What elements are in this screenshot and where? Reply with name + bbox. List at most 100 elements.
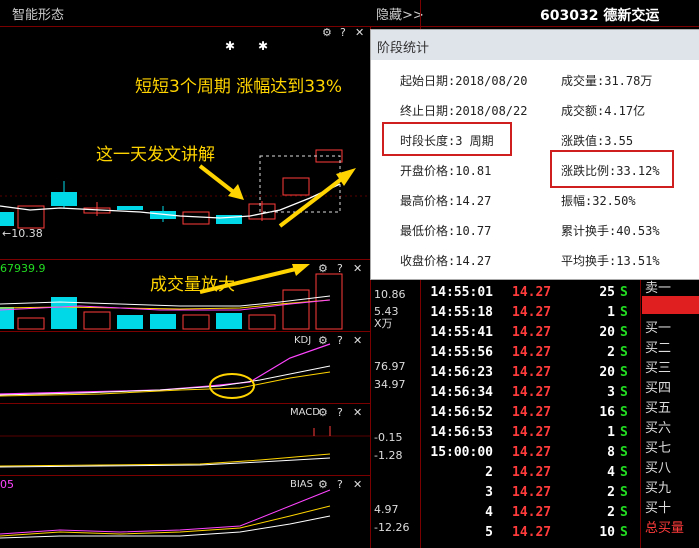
trade-volume: 1 bbox=[607, 425, 615, 440]
chart-title: 智能形态 bbox=[12, 8, 65, 23]
settings-icon[interactable]: ⚙ bbox=[318, 262, 328, 275]
trade-time: 14:55:18 bbox=[430, 305, 493, 320]
trade-volume: 4 bbox=[607, 465, 615, 480]
candle bbox=[0, 212, 14, 226]
trade-side: S bbox=[620, 425, 628, 440]
close-icon[interactable]: ✕ bbox=[355, 26, 364, 39]
volume-tick: X万 bbox=[374, 317, 393, 330]
svg-text:✱: ✱ bbox=[225, 39, 235, 53]
stat-low: 最低价格:10.77 bbox=[400, 224, 492, 238]
trade-side: S bbox=[620, 345, 628, 360]
trade-volume: 2 bbox=[607, 485, 615, 500]
orderbook-label: 买六 bbox=[645, 421, 672, 436]
svg-text:✱: ✱ bbox=[258, 39, 268, 53]
candle bbox=[117, 206, 143, 210]
trade-volume: 1 bbox=[607, 305, 615, 320]
bias-tick: -12.26 bbox=[374, 521, 410, 534]
bias-chart bbox=[0, 489, 331, 539]
trade-time: 14:56:23 bbox=[430, 365, 493, 380]
candle bbox=[248, 201, 276, 221]
trade-time: 15:00:00 bbox=[430, 445, 493, 460]
stat-volume: 成交量:31.78万 bbox=[561, 74, 653, 88]
orderbook-label: 买五 bbox=[645, 401, 672, 416]
trade-price: 14.27 bbox=[512, 445, 552, 460]
stat-cum-turnover: 累计换手:40.53% bbox=[561, 224, 660, 238]
trade-volume: 2 bbox=[607, 505, 615, 520]
orderbook-label: 买三 bbox=[645, 361, 672, 376]
macd-chart bbox=[0, 426, 370, 468]
orderbook-label: 总买量 bbox=[645, 521, 685, 536]
stats-title: 阶段统计 bbox=[377, 41, 430, 56]
trade-volume: 16 bbox=[599, 405, 615, 420]
macd-tick: -1.28 bbox=[374, 449, 403, 462]
settings-icon[interactable]: ⚙ bbox=[322, 26, 332, 39]
highlight-box-length bbox=[382, 122, 512, 156]
trade-side: S bbox=[620, 385, 628, 400]
trade-side: S bbox=[620, 305, 628, 320]
stat-end: 终止日期:2018/08/22 bbox=[400, 104, 528, 118]
orderbook-label: 买十 bbox=[645, 501, 672, 516]
trade-time: 14:56:52 bbox=[430, 405, 493, 420]
trade-time: 14:55:01 bbox=[430, 285, 493, 300]
trade-volume: 25 bbox=[599, 285, 615, 300]
highlight-box-change-pct bbox=[550, 150, 674, 188]
trade-time: 3 bbox=[485, 485, 493, 500]
stat-start: 起始日期:2018/08/20 bbox=[400, 74, 528, 88]
trade-side: S bbox=[620, 405, 628, 420]
stat-avg-turnover: 平均换手:13.51% bbox=[561, 254, 660, 268]
trade-side: S bbox=[620, 325, 628, 340]
stat-amount: 成交额:4.17亿 bbox=[561, 104, 646, 118]
orderbook-label: 买八 bbox=[645, 461, 672, 476]
trade-volume: 20 bbox=[599, 365, 615, 380]
trade-time: 14:55:56 bbox=[430, 345, 493, 360]
trade-time: 14:56:34 bbox=[430, 385, 493, 400]
help-icon[interactable]: ? bbox=[340, 26, 346, 39]
trade-time: 5 bbox=[485, 525, 493, 540]
trade-volume: 20 bbox=[599, 325, 615, 340]
trade-price: 14.27 bbox=[512, 345, 552, 360]
trade-price: 14.27 bbox=[512, 385, 552, 400]
stat-open: 开盘价格:10.81 bbox=[400, 164, 492, 178]
kdj-tick: 34.97 bbox=[374, 378, 406, 391]
trade-time: 14:56:53 bbox=[430, 425, 493, 440]
trade-volume: 2 bbox=[607, 345, 615, 360]
orderbook-label: 买四 bbox=[645, 381, 672, 396]
trade-price: 14.27 bbox=[512, 405, 552, 420]
trade-price: 14.27 bbox=[512, 485, 552, 500]
trade-price: 14.27 bbox=[512, 425, 552, 440]
vertical-divider-right bbox=[640, 280, 641, 548]
trade-time: 14:55:41 bbox=[430, 325, 493, 340]
kdj-chart bbox=[0, 343, 331, 399]
trade-side: S bbox=[620, 505, 628, 520]
orderbook-label: 买九 bbox=[645, 481, 672, 496]
trade-time: 4 bbox=[485, 505, 493, 520]
candle bbox=[182, 211, 210, 225]
hide-button[interactable]: 隐藏>> bbox=[376, 4, 424, 23]
macd-tick: -0.15 bbox=[374, 431, 403, 444]
trade-side: S bbox=[620, 485, 628, 500]
headline-annotation: 短短3个周期 涨幅达到33% bbox=[135, 77, 343, 97]
candle bbox=[51, 181, 77, 208]
trade-side: S bbox=[620, 465, 628, 480]
trade-price: 14.27 bbox=[512, 525, 552, 540]
bias-tick: 4.97 bbox=[374, 503, 399, 516]
stock-title: 603032 德新交运 bbox=[540, 8, 660, 24]
volume-tick: 10.86 bbox=[374, 288, 406, 301]
trade-price: 14.27 bbox=[512, 305, 552, 320]
help-icon[interactable]: ? bbox=[337, 262, 343, 275]
trade-volume: 10 bbox=[599, 525, 615, 540]
trade-volume: 8 bbox=[607, 445, 615, 460]
orderbook-label: 买一 bbox=[645, 321, 672, 336]
kdj-tick: 76.97 bbox=[374, 360, 406, 373]
sell-highlight bbox=[642, 296, 699, 314]
trade-side: S bbox=[620, 525, 628, 540]
low-price-label: ←10.38 bbox=[2, 227, 43, 240]
trade-side: S bbox=[620, 365, 628, 380]
volume-annotation: 成交量放大 bbox=[150, 275, 235, 295]
orderbook-label: 买二 bbox=[645, 341, 672, 356]
trade-side: S bbox=[620, 285, 628, 300]
trade-price: 14.27 bbox=[512, 325, 552, 340]
stat-high: 最高价格:14.27 bbox=[400, 194, 492, 208]
close-icon[interactable]: ✕ bbox=[353, 262, 362, 275]
trade-time: 2 bbox=[485, 465, 493, 480]
